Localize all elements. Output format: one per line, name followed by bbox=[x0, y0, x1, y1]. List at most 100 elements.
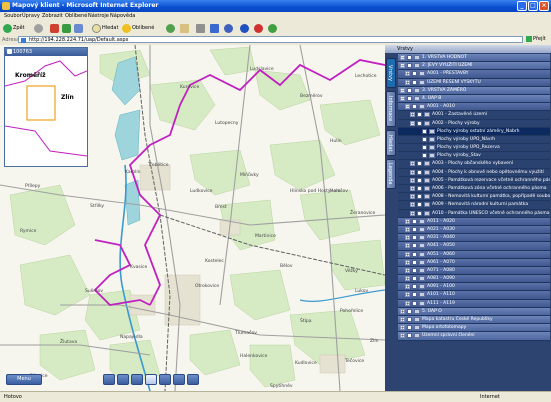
messenger-button[interactable] bbox=[268, 23, 278, 33]
expand-icon[interactable]: + bbox=[405, 284, 410, 290]
layer-row[interactable]: + A051 - A060 bbox=[398, 250, 550, 259]
edit-button[interactable] bbox=[210, 23, 220, 33]
map-menu-button[interactable]: Menu bbox=[6, 374, 42, 385]
layer-row[interactable]: + A091 - A100 bbox=[398, 283, 550, 292]
collapse-icon[interactable]: − bbox=[400, 95, 405, 101]
layer-checkbox[interactable] bbox=[407, 55, 412, 60]
layer-row[interactable]: +5. ÚAP O bbox=[398, 307, 550, 316]
layer-row[interactable]: Plochy výroby ostatní záměry_Nabrh bbox=[398, 127, 550, 136]
maximize-button[interactable]: □ bbox=[528, 1, 538, 11]
layer-checkbox[interactable] bbox=[417, 210, 422, 216]
expand-icon[interactable]: + bbox=[410, 210, 415, 216]
tab-hledat[interactable]: Hledat bbox=[386, 130, 396, 156]
layer-row[interactable]: + A011 - A020 bbox=[398, 217, 550, 226]
expand-icon[interactable]: + bbox=[405, 267, 410, 273]
identify-tool-button[interactable] bbox=[159, 374, 171, 385]
menu-napoveda[interactable]: Nápověda bbox=[110, 13, 135, 19]
collapse-icon[interactable]: − bbox=[400, 87, 405, 93]
layer-checkbox[interactable] bbox=[417, 177, 422, 183]
layer-row[interactable]: Plochy výroby ÚPO_Rezerva bbox=[398, 144, 550, 153]
layer-checkbox[interactable] bbox=[417, 194, 422, 200]
layer-row[interactable]: + A081 - A090 bbox=[398, 275, 550, 284]
layer-checkbox[interactable] bbox=[407, 325, 412, 331]
tab-legenda[interactable]: Legenda bbox=[386, 159, 396, 189]
expand-icon[interactable]: + bbox=[405, 243, 410, 249]
layer-row[interactable]: + A101 - A110 bbox=[398, 291, 550, 300]
layer-checkbox[interactable] bbox=[422, 145, 427, 151]
measure-tool-button[interactable] bbox=[173, 374, 185, 385]
back-button[interactable]: Zpět bbox=[3, 23, 25, 33]
address-input[interactable]: http://194.228.224.71/uap/Default.aspx bbox=[18, 36, 523, 43]
layer-row[interactable]: + Územní správní členění bbox=[398, 332, 550, 341]
collapse-icon[interactable]: − bbox=[400, 55, 405, 60]
expand-icon[interactable]: + bbox=[410, 161, 415, 167]
layer-checkbox[interactable] bbox=[412, 267, 417, 273]
layer-checkbox[interactable] bbox=[417, 120, 422, 126]
mail-button[interactable] bbox=[180, 23, 190, 33]
expand-icon[interactable]: + bbox=[405, 259, 410, 265]
minimize-button[interactable]: _ bbox=[517, 1, 527, 11]
layer-row[interactable]: + A010 - Památka UNESCO včetně ochranného… bbox=[398, 209, 550, 218]
layer-row[interactable]: + A111 - A119 bbox=[398, 299, 550, 308]
layer-checkbox[interactable] bbox=[417, 169, 422, 175]
layer-checkbox[interactable] bbox=[417, 161, 422, 167]
discuss-button[interactable] bbox=[224, 23, 234, 33]
collapse-icon[interactable]: − bbox=[400, 63, 405, 69]
layer-row[interactable]: − A002 - Plochy výroby bbox=[398, 119, 550, 128]
layer-row[interactable]: + A005 - Památková rezervace včetně ochra… bbox=[398, 176, 550, 185]
layer-checkbox[interactable] bbox=[417, 186, 422, 191]
layer-row[interactable]: Plochy výroby ÚPO_Návrh bbox=[398, 135, 550, 145]
layer-checkbox[interactable] bbox=[422, 136, 427, 142]
expand-icon[interactable]: + bbox=[405, 235, 410, 241]
expand-icon[interactable]: + bbox=[410, 202, 415, 208]
refresh-button[interactable] bbox=[62, 23, 72, 33]
layer-checkbox[interactable] bbox=[422, 128, 427, 134]
layer-row[interactable]: + ÚZEMÍ ŘEŠENÍ VÝSKYTU bbox=[398, 78, 550, 87]
layer-row[interactable]: + A001 - Zastavěné území bbox=[398, 111, 550, 120]
zoom-out-tool-button[interactable] bbox=[131, 374, 143, 385]
layer-checkbox[interactable] bbox=[412, 79, 417, 85]
expand-icon[interactable]: + bbox=[405, 218, 410, 224]
forward-button[interactable] bbox=[34, 23, 44, 33]
bluetooth-button[interactable] bbox=[240, 23, 250, 33]
tab-vrstvy[interactable]: Vrstvy bbox=[386, 58, 396, 88]
overview-map[interactable]: 100763 Kroměříž Zlín bbox=[4, 47, 88, 167]
layer-row[interactable]: + Mapa ortofotomapy bbox=[398, 324, 550, 333]
layer-checkbox[interactable] bbox=[412, 226, 417, 232]
expand-icon[interactable]: + bbox=[410, 112, 415, 118]
menu-zobrazit[interactable]: Zobrazit bbox=[42, 13, 63, 19]
expand-icon[interactable]: + bbox=[405, 251, 410, 257]
layer-checkbox[interactable] bbox=[412, 235, 417, 241]
expand-icon[interactable]: + bbox=[405, 226, 410, 232]
stop-button[interactable] bbox=[50, 23, 60, 33]
layer-checkbox[interactable] bbox=[412, 259, 417, 265]
layer-row[interactable]: Plochy výroby_Stav bbox=[398, 152, 550, 161]
zoom-in-tool-button[interactable] bbox=[117, 374, 129, 385]
go-button[interactable]: Přejít bbox=[526, 36, 546, 42]
layer-row[interactable]: + A061 - A070 bbox=[398, 258, 550, 267]
layer-checkbox[interactable] bbox=[412, 284, 417, 290]
layer-checkbox[interactable] bbox=[412, 71, 417, 77]
menu-nastroje[interactable]: Nástroje bbox=[88, 13, 109, 19]
layer-checkbox[interactable] bbox=[407, 95, 412, 101]
layer-checkbox[interactable] bbox=[422, 153, 427, 159]
addon-button[interactable] bbox=[254, 23, 264, 33]
expand-icon[interactable]: + bbox=[400, 325, 405, 331]
expand-icon[interactable]: + bbox=[410, 186, 415, 191]
print-button[interactable] bbox=[196, 23, 206, 33]
layer-checkbox[interactable] bbox=[417, 112, 422, 118]
history-button[interactable] bbox=[166, 23, 176, 33]
layer-row[interactable]: + A041 - A050 bbox=[398, 242, 550, 251]
layer-checkbox[interactable] bbox=[407, 317, 412, 322]
layer-checkbox[interactable] bbox=[407, 333, 412, 339]
layer-row[interactable]: − 2. JEVY VYUŽITÍ ÚZEMÍ bbox=[398, 62, 550, 71]
layer-row[interactable]: − 1. VRSTVA HODNOT bbox=[398, 54, 550, 63]
layer-row[interactable]: + A031 - A040 bbox=[398, 234, 550, 243]
pan-tool-button[interactable] bbox=[103, 374, 115, 385]
expand-icon[interactable]: + bbox=[410, 169, 415, 175]
layer-checkbox[interactable] bbox=[417, 202, 422, 208]
search-button[interactable]: Hledat bbox=[92, 23, 118, 33]
collapse-icon[interactable]: − bbox=[405, 104, 410, 110]
expand-icon[interactable]: + bbox=[405, 292, 410, 298]
layer-checkbox[interactable] bbox=[412, 251, 417, 257]
